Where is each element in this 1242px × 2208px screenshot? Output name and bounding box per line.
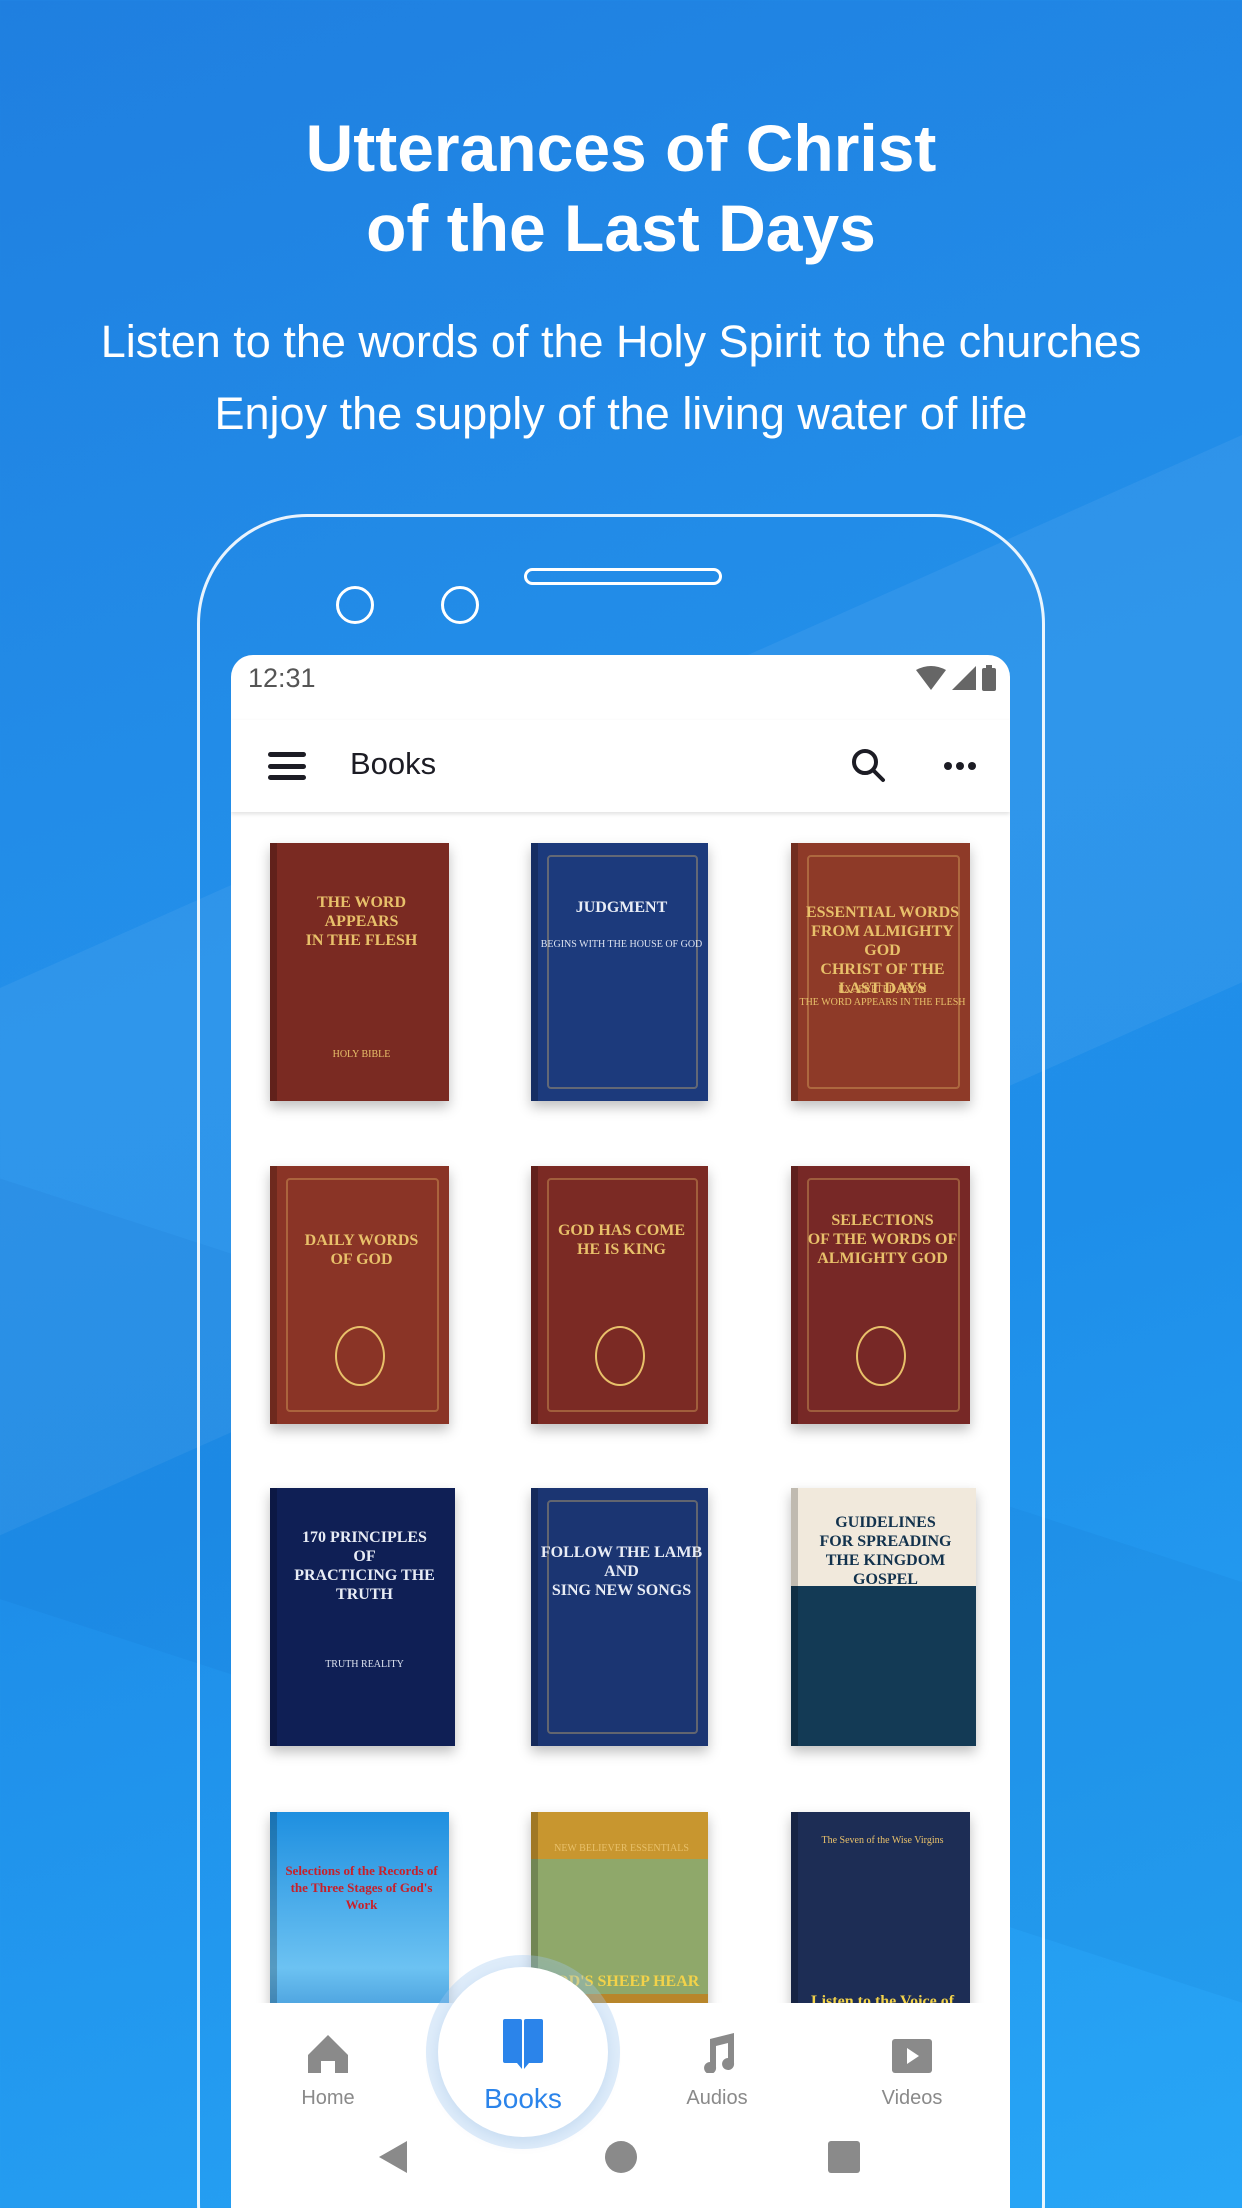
wifi-icon bbox=[916, 666, 946, 690]
book-title: 170 PRINCIPLES OF PRACTICING THE TRUTH bbox=[294, 1529, 435, 1603]
emblem-icon bbox=[594, 1326, 645, 1386]
page-title: Books bbox=[350, 746, 437, 781]
menu-icon[interactable] bbox=[268, 752, 306, 780]
video-icon bbox=[892, 2039, 932, 2073]
book-subtitle: BEGINS WITH THE HOUSE OF GOD bbox=[540, 939, 703, 950]
book-subtitle: NEW BELIEVER ESSENTIALS bbox=[554, 1843, 689, 1854]
music-note-icon bbox=[704, 2033, 735, 2073]
book-cover[interactable]: THE WORD APPEARS IN THE FLESH HOLY BIBLE bbox=[270, 843, 449, 1101]
nav-videos[interactable]: Videos bbox=[852, 2023, 972, 2110]
book-subtitle: TRUTH REALITY bbox=[325, 1659, 404, 1670]
emblem-icon bbox=[334, 1326, 385, 1386]
hero-subtitle: Enjoy the supply of the living water of … bbox=[214, 388, 1028, 439]
book-title: FOLLOW THE LAMB AND SING NEW SONGS bbox=[540, 1544, 703, 1599]
recents-icon[interactable] bbox=[828, 2141, 860, 2173]
back-icon[interactable] bbox=[379, 2141, 409, 2173]
home-circle-icon[interactable] bbox=[605, 2141, 637, 2173]
hero-subtitle: Listen to the words of the Holy Spirit t… bbox=[100, 316, 1142, 367]
book-cover[interactable]: 170 PRINCIPLES OF PRACTICING THE TRUTH TR… bbox=[270, 1488, 455, 1746]
emblem-icon bbox=[855, 1326, 906, 1386]
book-cover[interactable]: FOLLOW THE LAMB AND SING NEW SONGS bbox=[531, 1488, 708, 1746]
book-title: GOD HAS COME HE IS KING bbox=[557, 1222, 686, 1258]
app-bar: Books bbox=[231, 720, 1010, 812]
book-cover[interactable]: GOD HAS COME HE IS KING bbox=[531, 1166, 708, 1424]
nav-audios[interactable]: Audios bbox=[657, 2023, 777, 2110]
book-cover[interactable]: ESSENTIAL WORDS FROM ALMIGHTY GOD CHRIST… bbox=[791, 843, 970, 1101]
book-title: Selections of the Records of the Three S… bbox=[285, 1863, 438, 1912]
book-cover[interactable]: DAILY WORDS OF GOD bbox=[270, 1166, 449, 1424]
book-icon bbox=[503, 2019, 543, 2069]
book-title: DAILY WORDS OF GOD bbox=[304, 1232, 419, 1268]
signal-icon bbox=[952, 666, 976, 690]
book-cover[interactable]: GUIDELINES FOR SPREADING THE KINGDOM GOS… bbox=[791, 1488, 976, 1746]
book-cover[interactable]: JUDGMENT BEGINS WITH THE HOUSE OF GOD bbox=[531, 843, 708, 1101]
battery-icon bbox=[982, 665, 996, 691]
search-icon[interactable] bbox=[849, 746, 889, 786]
nav-label: Books bbox=[484, 2083, 562, 2114]
book-subtitle: HOLY BIBLE bbox=[332, 1049, 391, 1060]
book-subtitle: The Seven of the Wise Virgins bbox=[821, 1835, 944, 1846]
hero-title: Utterances of Christ of the Last Days bbox=[305, 111, 937, 265]
home-icon bbox=[308, 2035, 348, 2073]
book-title: SELECTIONS OF THE WORDS OF ALMIGHTY GOD bbox=[807, 1212, 958, 1267]
nav-label: Home bbox=[301, 2087, 355, 2109]
nav-label: Videos bbox=[881, 2087, 943, 2109]
bottom-nav: Home Books Audios Videos bbox=[231, 1967, 1010, 2208]
more-icon[interactable] bbox=[944, 762, 976, 770]
nav-books[interactable]: Books bbox=[463, 2009, 583, 2115]
book-title: GUIDELINES FOR SPREADING THE KINGDOM GOS… bbox=[819, 1514, 952, 1588]
status-time: 12:31 bbox=[248, 663, 316, 693]
nav-home[interactable]: Home bbox=[268, 2023, 388, 2110]
nav-label: Audios bbox=[686, 2087, 748, 2109]
book-title: THE WORD APPEARS IN THE FLESH bbox=[305, 894, 418, 949]
status-bar: 12:31 bbox=[231, 655, 1010, 720]
speaker-slot bbox=[524, 568, 722, 585]
book-cover[interactable]: SELECTIONS OF THE WORDS OF ALMIGHTY GOD bbox=[791, 1166, 970, 1424]
book-title: JUDGMENT bbox=[575, 899, 668, 916]
sensor-icon bbox=[441, 586, 479, 624]
camera-icon bbox=[336, 586, 374, 624]
book-subtitle: EXCERPTED FROM THE WORD APPEARS IN THE F… bbox=[799, 984, 966, 1008]
app-screen: 12:31 Books THE WORD APPEARS IN THE FLES… bbox=[231, 655, 1010, 2208]
